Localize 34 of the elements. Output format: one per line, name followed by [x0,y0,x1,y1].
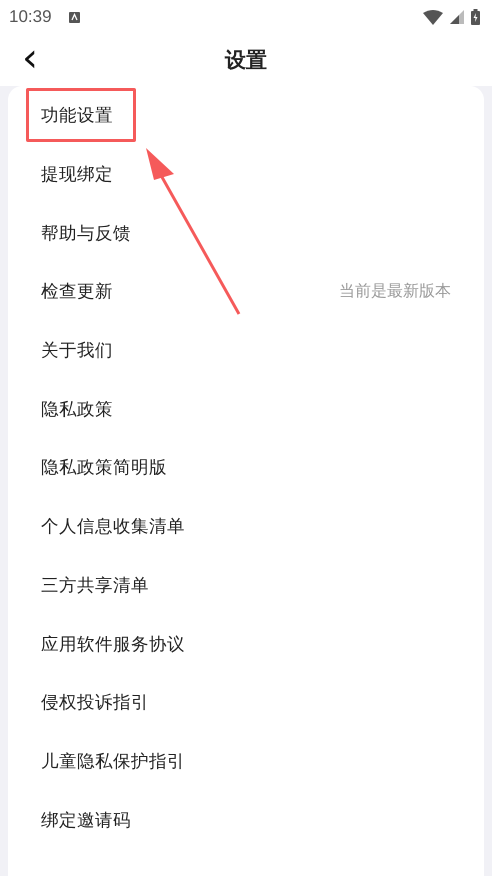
item-label: 关于我们 [40,340,114,364]
settings-item[interactable]: 功能设置 [8,86,484,145]
settings-item[interactable]: 隐私政策简明版 [8,438,484,497]
settings-item[interactable]: 隐私政策 [8,379,484,438]
settings-item[interactable]: 提现绑定 [8,144,484,204]
item-label: 应用软件服务协议 [40,634,186,657]
item-label: 帮助与反馈 [40,222,132,246]
settings-item[interactable]: 三方共享清单 [8,556,484,614]
item-label: 儿童隐私保护指引 [40,750,186,774]
highlighted-item-label: 功能设置 [26,88,136,142]
item-label: 绑定邀请码 [40,810,132,833]
back-button[interactable]: ‹ [18,40,42,76]
settings-item[interactable]: 检查更新 当前是最新版本 [8,262,484,321]
settings-item[interactable]: 应用软件服务协议 [8,614,484,673]
settings-item[interactable]: 绑定邀请码 [8,790,484,849]
signal-icon [450,10,464,24]
item-label: 隐私政策简明版 [40,457,168,480]
item-label: 个人信息收集清单 [40,516,186,540]
settings-item[interactable]: 儿童隐私保护指引 [8,732,484,790]
wifi-icon [423,10,443,24]
settings-item[interactable]: 侵权投诉指引 [8,672,484,732]
item-label: 三方共享清单 [40,574,150,598]
item-label: 检查更新 [40,281,114,304]
item-value: 当前是最新版本 [339,280,451,302]
settings-item[interactable]: 个人信息收集清单 [8,496,484,556]
item-label: 侵权投诉指引 [40,692,150,716]
page-title: 设置 [225,47,267,74]
notification-icon [68,12,80,22]
status-time: 10:39 [9,7,52,27]
settings-item[interactable]: 帮助与反馈 [8,203,484,262]
item-label: 提现绑定 [40,164,114,188]
battery-icon [471,9,480,25]
item-label: 隐私政策 [40,398,114,422]
settings-item[interactable]: 关于我们 [8,320,484,380]
